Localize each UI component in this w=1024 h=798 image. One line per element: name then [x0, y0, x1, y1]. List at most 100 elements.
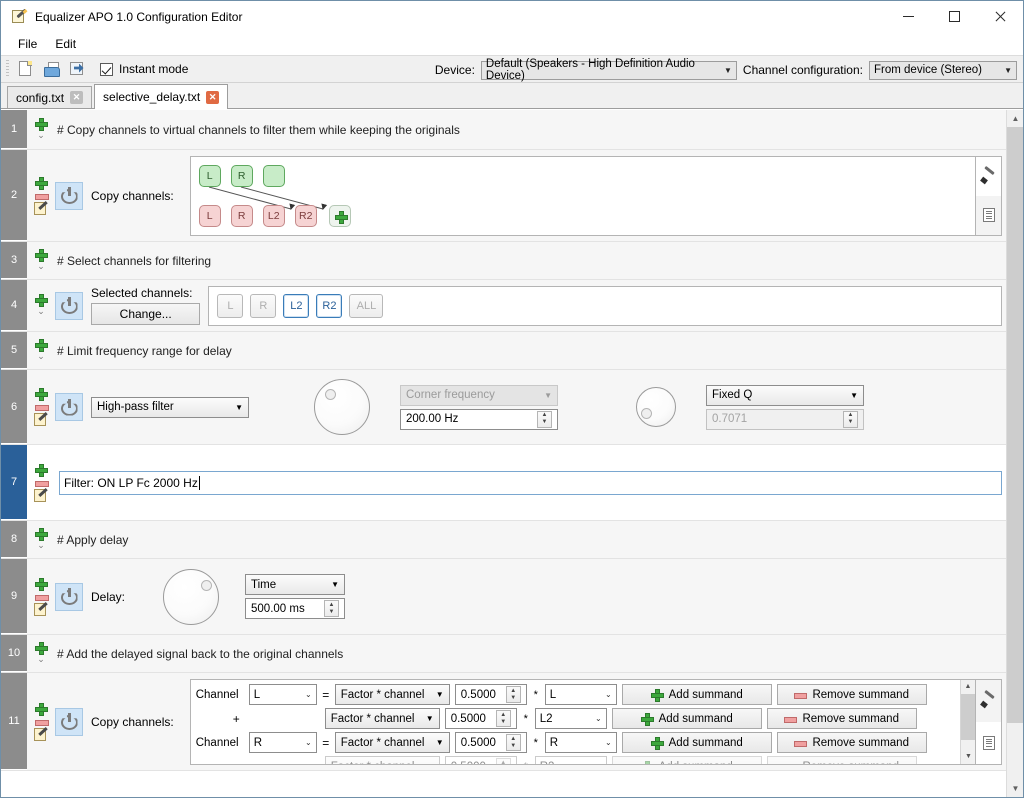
- table-row[interactable]: 11 Copy channels: Channel: [1, 673, 1006, 771]
- add-row-icon[interactable]: [34, 387, 49, 402]
- spinner-icon[interactable]: ▲▼: [496, 758, 511, 765]
- edit-row-icon[interactable]: [34, 201, 49, 216]
- target-channel-chip-L[interactable]: L: [199, 205, 221, 227]
- source-channel-select[interactable]: L ⌄: [545, 684, 617, 705]
- add-summand-button[interactable]: Add summand: [622, 684, 772, 705]
- q-mode-select[interactable]: Fixed Q ▼: [706, 385, 864, 406]
- remove-summand-button[interactable]: Remove summand: [767, 708, 917, 729]
- change-channels-button[interactable]: Change...: [91, 303, 200, 325]
- chevron-double-down-icon[interactable]: ⌄: [35, 657, 48, 667]
- target-channel-chip-R2[interactable]: R2: [295, 205, 317, 227]
- add-summand-button[interactable]: Add summand: [622, 732, 772, 753]
- channel-button-L[interactable]: L: [217, 294, 243, 318]
- add-summand-button[interactable]: Add summand: [612, 708, 762, 729]
- spinner-icon[interactable]: ▲▼: [496, 710, 511, 727]
- factor-input[interactable]: 0.5000 ▲▼: [445, 756, 517, 765]
- add-row-icon[interactable]: [34, 338, 49, 353]
- edit-row-icon[interactable]: [34, 412, 49, 427]
- menu-item-file[interactable]: File: [9, 34, 46, 54]
- list-view-button[interactable]: [976, 722, 1001, 764]
- channel-button-L2[interactable]: L2: [283, 294, 309, 318]
- tab-close-icon[interactable]: ✕: [206, 91, 219, 104]
- tab-selective-delay-txt[interactable]: selective_delay.txt ✕: [94, 84, 228, 109]
- add-row-icon[interactable]: [34, 641, 49, 656]
- table-row-selected[interactable]: 7 Filter: ON LP Fc 2000 Hz: [1, 445, 1006, 521]
- spinner-icon[interactable]: ▲▼: [324, 600, 339, 617]
- scroll-down-button[interactable]: ▼: [1007, 780, 1023, 797]
- delay-unit-select[interactable]: Time ▼: [245, 574, 345, 595]
- remove-row-icon[interactable]: [34, 192, 49, 200]
- expression-select[interactable]: Factor * channel ▼: [335, 684, 450, 705]
- channel-button-R2[interactable]: R2: [316, 294, 342, 318]
- enable-toggle-button[interactable]: [55, 182, 83, 210]
- table-row[interactable]: 6 High-pass filter ▼: [1, 370, 1006, 445]
- enable-toggle-button[interactable]: [55, 292, 83, 320]
- table-row[interactable]: 9 Delay: Time: [1, 559, 1006, 635]
- maximize-button[interactable]: [931, 1, 977, 32]
- param1-select[interactable]: Corner frequency ▼: [400, 385, 558, 406]
- expression-select[interactable]: Factor * channel ▼: [325, 708, 440, 729]
- scroll-up-button[interactable]: ▲: [1007, 110, 1023, 127]
- remove-row-icon[interactable]: [34, 403, 49, 411]
- scroll-up-button[interactable]: ▲: [961, 680, 975, 694]
- add-row-icon[interactable]: [34, 176, 49, 191]
- corner-frequency-input[interactable]: 200.00 Hz ▲▼: [400, 409, 558, 430]
- target-channel-chip-R[interactable]: R: [231, 205, 253, 227]
- device-select[interactable]: Default (Speakers - High Definition Audi…: [481, 61, 737, 80]
- source-channel-chip-empty[interactable]: [263, 165, 285, 187]
- table-row[interactable]: 8 ⌄ # Apply delay: [1, 521, 1006, 559]
- q-knob[interactable]: [636, 387, 676, 427]
- scroll-thumb[interactable]: [961, 694, 976, 740]
- expression-select[interactable]: Factor * channel ▼: [325, 756, 440, 765]
- source-channel-chip-R[interactable]: R: [231, 165, 253, 187]
- table-row[interactable]: 4 ⌄ Selected channels: Change... L R: [1, 280, 1006, 332]
- tab-close-icon[interactable]: ✕: [70, 91, 83, 104]
- add-summand-button[interactable]: Add summand: [612, 756, 762, 765]
- remove-row-icon[interactable]: [34, 479, 49, 487]
- source-channel-select[interactable]: R ⌄: [545, 732, 617, 753]
- target-channel-select[interactable]: R ⌄: [249, 732, 317, 753]
- factor-input[interactable]: 0.5000 ▲▼: [455, 732, 527, 753]
- q-value-input[interactable]: 0.7071 ▲▼: [706, 409, 864, 430]
- open-file-button[interactable]: [39, 57, 65, 81]
- delay-value-input[interactable]: 500.00 ms ▲▼: [245, 598, 345, 619]
- spinner-icon[interactable]: ▲▼: [537, 411, 552, 428]
- spinner-icon[interactable]: ▲▼: [506, 734, 521, 751]
- target-channel-select[interactable]: L ⌄: [249, 684, 317, 705]
- chevron-double-down-icon[interactable]: ⌄: [35, 133, 48, 143]
- toolbar-grip[interactable]: [6, 60, 9, 78]
- table-row[interactable]: 3 ⌄ # Select channels for filtering: [1, 242, 1006, 280]
- source-channel-select[interactable]: L2 ⌄: [535, 708, 607, 729]
- spinner-icon[interactable]: ▲▼: [843, 411, 858, 428]
- add-row-icon[interactable]: [34, 463, 49, 478]
- minimize-button[interactable]: [885, 1, 931, 32]
- corner-frequency-knob[interactable]: [314, 379, 370, 435]
- menu-item-edit[interactable]: Edit: [46, 34, 85, 54]
- source-channel-chip-L[interactable]: L: [199, 165, 221, 187]
- enable-toggle-button[interactable]: [55, 708, 83, 736]
- enable-toggle-button[interactable]: [55, 583, 83, 611]
- table-row[interactable]: 2 Copy channels:: [1, 150, 1006, 242]
- chevron-double-down-icon[interactable]: ⌄: [35, 354, 48, 364]
- channel-config-select[interactable]: From device (Stereo) ▼: [869, 61, 1017, 80]
- add-channel-button[interactable]: [329, 205, 351, 227]
- list-view-button[interactable]: [976, 196, 1001, 235]
- spinner-icon[interactable]: ▲▼: [506, 686, 521, 703]
- chevron-double-down-icon[interactable]: ⌄: [35, 264, 48, 274]
- add-row-icon[interactable]: [34, 248, 49, 263]
- save-as-button[interactable]: [65, 57, 91, 81]
- remove-summand-button[interactable]: Remove summand: [777, 732, 927, 753]
- add-row-icon[interactable]: [34, 117, 49, 132]
- edit-row-icon[interactable]: [34, 727, 49, 742]
- source-channel-select[interactable]: R2 ⌄: [535, 756, 607, 765]
- summand-scrollbar[interactable]: ▲ ▼: [960, 680, 975, 764]
- chevron-double-down-icon[interactable]: ⌄: [35, 543, 48, 553]
- channel-button-ALL[interactable]: ALL: [349, 294, 383, 318]
- table-row[interactable]: 5 ⌄ # Limit frequency range for delay: [1, 332, 1006, 370]
- table-row[interactable]: 1 ⌄ # Copy channels to virtual channels …: [1, 110, 1006, 150]
- brush-tool-button[interactable]: [976, 157, 1001, 196]
- add-row-icon[interactable]: [34, 293, 49, 308]
- remove-row-icon[interactable]: [34, 593, 49, 601]
- remove-summand-button[interactable]: Remove summand: [767, 756, 917, 765]
- delay-knob[interactable]: [163, 569, 219, 625]
